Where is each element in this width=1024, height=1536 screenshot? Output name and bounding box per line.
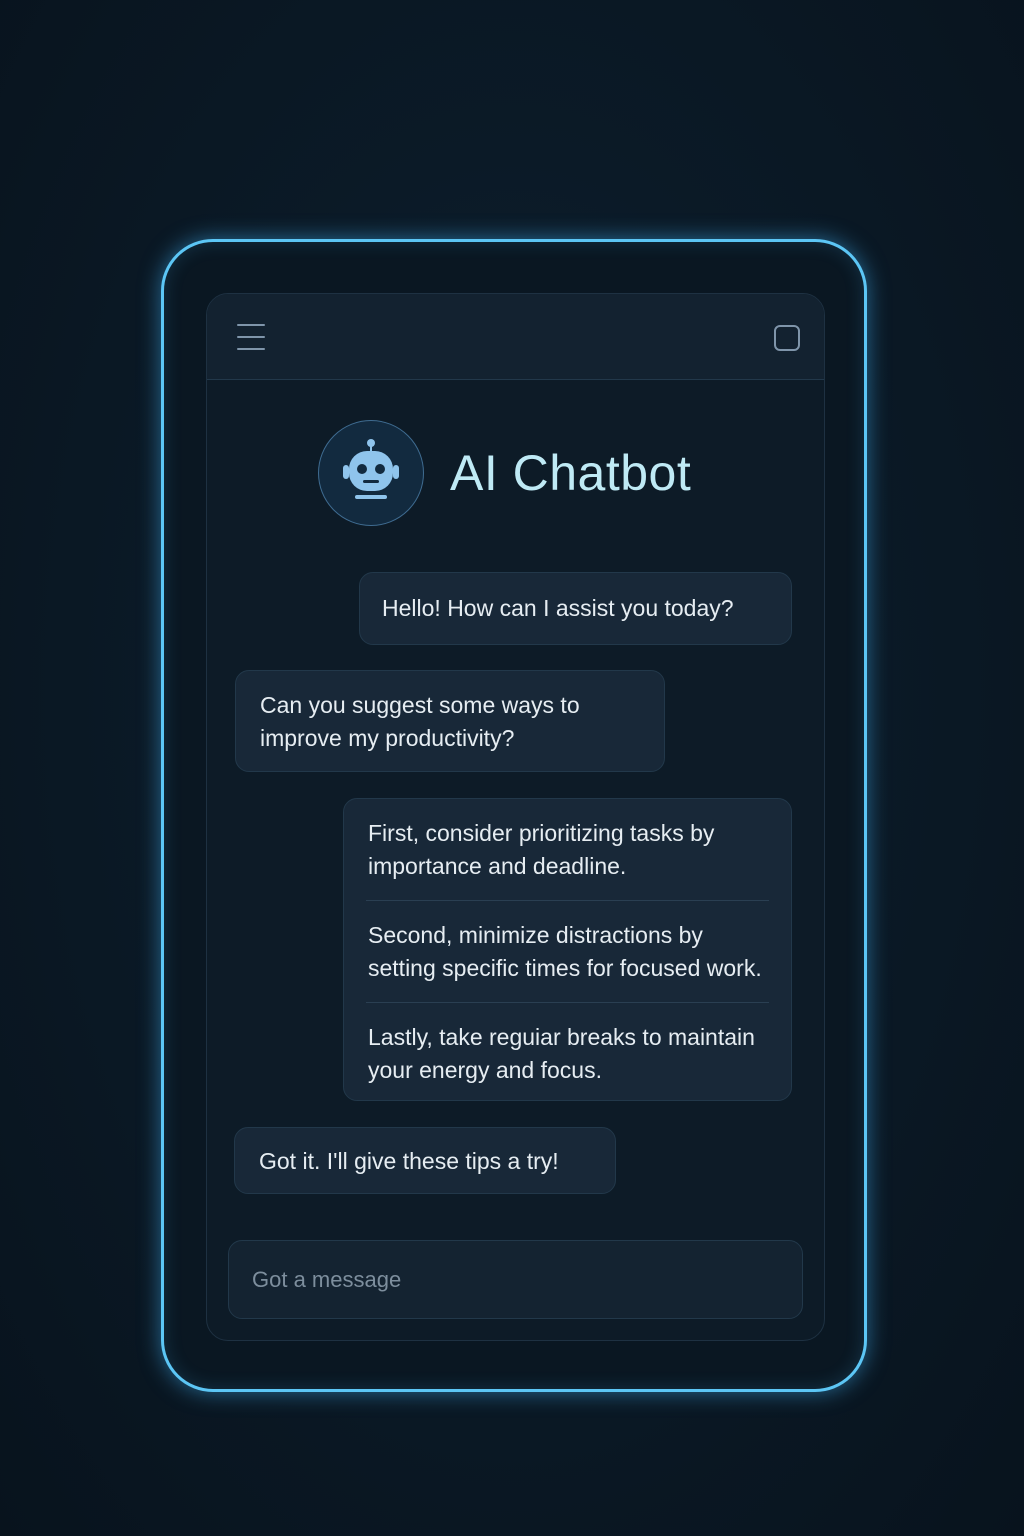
avatar: [318, 420, 424, 526]
tip-item: Lastly, take reguiar breaks to maintain …: [368, 1024, 755, 1083]
menu-line: [237, 324, 265, 326]
top-bar: [207, 294, 824, 380]
tip-item: First, consider prioritizing tasks by im…: [366, 799, 769, 901]
message-text: Got it. I'll give these tips a try!: [259, 1148, 559, 1174]
menu-line: [237, 336, 265, 338]
bot-tips-message: First, consider prioritizing tasks by im…: [343, 798, 792, 1101]
square-icon[interactable]: [774, 325, 800, 351]
message-text: Hello! How can I assist you today?: [382, 595, 734, 621]
device-frame: AI Chatbot Hello! How can I assist you t…: [161, 239, 867, 1392]
chat-screen: AI Chatbot Hello! How can I assist you t…: [206, 293, 825, 1341]
message-input[interactable]: [229, 1241, 802, 1318]
message-composer: [228, 1240, 803, 1319]
hamburger-menu-icon[interactable]: [237, 324, 267, 352]
bot-message: Hello! How can I assist you today?: [359, 572, 792, 645]
user-message: Got it. I'll give these tips a try!: [234, 1127, 616, 1194]
message-text: Can you suggest some ways to improve my …: [260, 692, 580, 751]
page-title: AI Chatbot: [450, 445, 692, 501]
user-message: Can you suggest some ways to improve my …: [235, 670, 665, 772]
robot-icon: [343, 439, 399, 499]
tip-item: Second, minimize distractions by setting…: [366, 901, 769, 1003]
chat-header: AI Chatbot: [318, 420, 691, 526]
menu-line: [237, 348, 265, 350]
